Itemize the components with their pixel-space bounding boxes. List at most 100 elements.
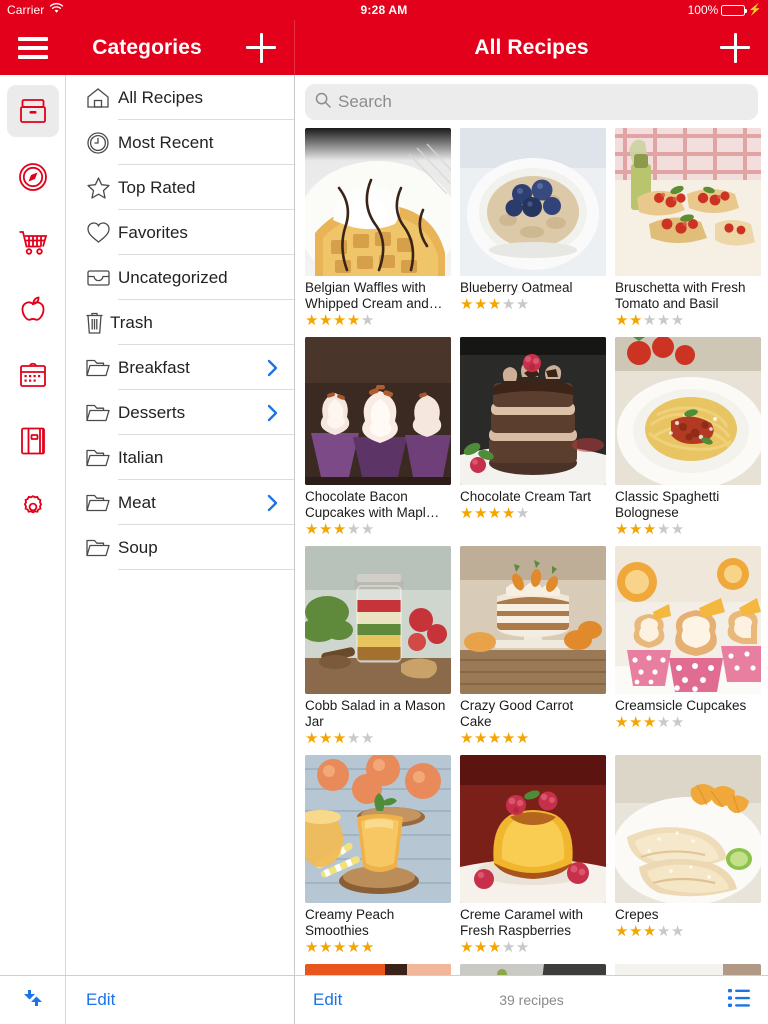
category-item-breakfast[interactable]: Breakfast [66, 345, 294, 390]
category-item-favorites[interactable]: Favorites [66, 210, 294, 255]
recipe-title: Chocolate Cream Tart [460, 489, 592, 504]
sidebar-item-explore[interactable] [7, 151, 59, 203]
category-item-all-recipes[interactable]: All Recipes [66, 75, 294, 120]
recipe-title: Classic Spaghetti Bolognese [615, 489, 720, 520]
category-item-meat[interactable]: Meat [66, 480, 294, 525]
categories-toolbar: Edit [66, 976, 295, 1024]
rating-stars: ★★★★★ [460, 296, 530, 313]
categories-navbar: Categories [0, 20, 295, 75]
recipe-card[interactable]: Bruschetta with Fresh Tomato and Basil ★… [615, 128, 761, 329]
recipe-card[interactable]: Creme Caramel with Fresh Raspberries ★★★… [460, 755, 606, 956]
chevron-right-icon[interactable] [267, 359, 278, 377]
crepes-photo [615, 755, 761, 903]
chocolate-bacon-cupcakes-photo [305, 337, 451, 485]
status-bar-right: 100% ⚡ [688, 3, 762, 17]
sync-icon [22, 987, 44, 1014]
recipe-title: Creamy Peach Smoothies [305, 907, 395, 938]
recipe-box-icon [18, 98, 48, 124]
recipe-title: Creamsicle Cupcakes [615, 698, 747, 713]
list-view-icon [728, 988, 750, 1011]
inbox-icon [78, 268, 118, 288]
spaghetti-bolognese-photo [615, 337, 761, 485]
rating-stars: ★★★★★ [460, 730, 530, 747]
trash-icon [78, 311, 110, 335]
rating-stars: ★★★★★ [305, 312, 375, 329]
recipe-card[interactable]: Belgian Waffles with Whipped Cream and… … [305, 128, 451, 329]
category-item-top-rated[interactable]: Top Rated [66, 165, 294, 210]
home-icon [78, 87, 118, 109]
category-label: Most Recent [118, 132, 214, 152]
recipe-card[interactable] [615, 964, 761, 975]
category-label: Meat [118, 492, 156, 512]
recipe-card[interactable]: Crazy Good Carrot Cake ★★★★★ [460, 546, 606, 747]
category-label: Soup [118, 537, 158, 557]
belgian-waffles-photo [305, 128, 451, 276]
search-input[interactable]: Search [305, 84, 758, 120]
category-item-desserts[interactable]: Desserts [66, 390, 294, 435]
recipe-card[interactable]: Chocolate Bacon Cupcakes with Mapl… ★★★★… [305, 337, 451, 538]
cookbook-icon [19, 426, 47, 456]
search-icon [315, 92, 331, 113]
carrot-cake-photo [460, 546, 606, 694]
chevron-right-icon[interactable] [267, 404, 278, 422]
recipe-row: Creamy Peach Smoothies ★★★★★ Creme Caram… [305, 755, 761, 956]
recipe-title: Crepes [615, 907, 659, 922]
recipe-card[interactable] [305, 964, 451, 975]
rating-stars: ★★★★★ [305, 730, 375, 747]
sidebar-item-recipe-box[interactable] [6, 85, 59, 137]
recipe-card[interactable]: Creamy Peach Smoothies ★★★★★ [305, 755, 451, 956]
category-item-uncategorized[interactable]: Uncategorized [66, 255, 294, 300]
recipe-row: Belgian Waffles with Whipped Cream and… … [305, 128, 761, 329]
add-recipe-button[interactable] [720, 32, 750, 63]
heart-outline-icon [78, 221, 118, 244]
recipe-card[interactable] [460, 964, 606, 975]
recipe-card[interactable]: Cobb Salad in a Mason Jar ★★★★★ [305, 546, 451, 747]
recipe-title: Crazy Good Carrot Cake [460, 698, 574, 729]
category-label: Breakfast [118, 357, 190, 377]
folder-icon [78, 448, 118, 468]
categories-title: Categories [92, 35, 202, 59]
sidebar-item-cookbooks[interactable] [7, 415, 59, 467]
category-item-italian[interactable]: Italian [66, 435, 294, 480]
category-item-soup[interactable]: Soup [66, 525, 294, 570]
list-view-button[interactable] [728, 988, 750, 1012]
categories-panel: All Recipes Most Recent Top Rated Favori… [66, 75, 295, 975]
clock-icon [78, 131, 118, 155]
category-label: Uncategorized [118, 267, 228, 287]
sidebar-item-meal-plan[interactable] [7, 349, 59, 401]
sync-button[interactable] [0, 976, 66, 1024]
category-item-most-recent[interactable]: Most Recent [66, 120, 294, 165]
sidebar-item-shopping-list[interactable] [7, 217, 59, 269]
recipe-row: Chocolate Bacon Cupcakes with Mapl… ★★★★… [305, 337, 761, 538]
chevron-right-icon[interactable] [267, 494, 278, 512]
category-label: All Recipes [118, 87, 204, 107]
app-icon-rail [0, 75, 66, 975]
bottom-toolbar: Edit Edit 39 recipes [0, 975, 768, 1024]
folder-icon [78, 493, 118, 513]
recipes-navbar: All Recipes [295, 20, 768, 75]
recipe-title: Bruschetta with Fresh Tomato and Basil [615, 280, 746, 311]
recipe-card[interactable]: Classic Spaghetti Bolognese ★★★★★ [615, 337, 761, 538]
creamsicle-cupcakes-photo [615, 546, 761, 694]
edit-categories-button[interactable]: Edit [86, 990, 115, 1010]
category-label: Top Rated [118, 177, 196, 197]
partial-recipe-photo [615, 964, 761, 975]
recipe-card[interactable]: Creamsicle Cupcakes ★★★★★ [615, 546, 761, 747]
category-item-trash[interactable]: Trash [66, 300, 294, 345]
sidebar-item-settings[interactable] [7, 481, 59, 533]
recipe-card[interactable]: Blueberry Oatmeal ★★★★★ [460, 128, 606, 329]
content-area: All Recipes Most Recent Top Rated Favori… [0, 75, 768, 975]
creme-caramel-photo [460, 755, 606, 903]
recipe-card[interactable]: Chocolate Cream Tart ★★★★★ [460, 337, 606, 538]
recipes-panel: Search Belgian Waffles with Whipped Crea… [295, 75, 768, 975]
shopping-cart-icon [18, 229, 48, 257]
compass-icon [18, 162, 48, 192]
recipe-card[interactable]: Crepes ★★★★★ [615, 755, 761, 956]
clock-label: 9:28 AM [360, 3, 408, 17]
sidebar-item-nutrition[interactable] [7, 283, 59, 335]
partial-recipe-photo [460, 964, 606, 975]
calendar-icon [18, 361, 48, 389]
battery-icon [721, 4, 748, 16]
rating-stars: ★★★★★ [460, 939, 530, 956]
add-category-button[interactable] [246, 32, 276, 63]
